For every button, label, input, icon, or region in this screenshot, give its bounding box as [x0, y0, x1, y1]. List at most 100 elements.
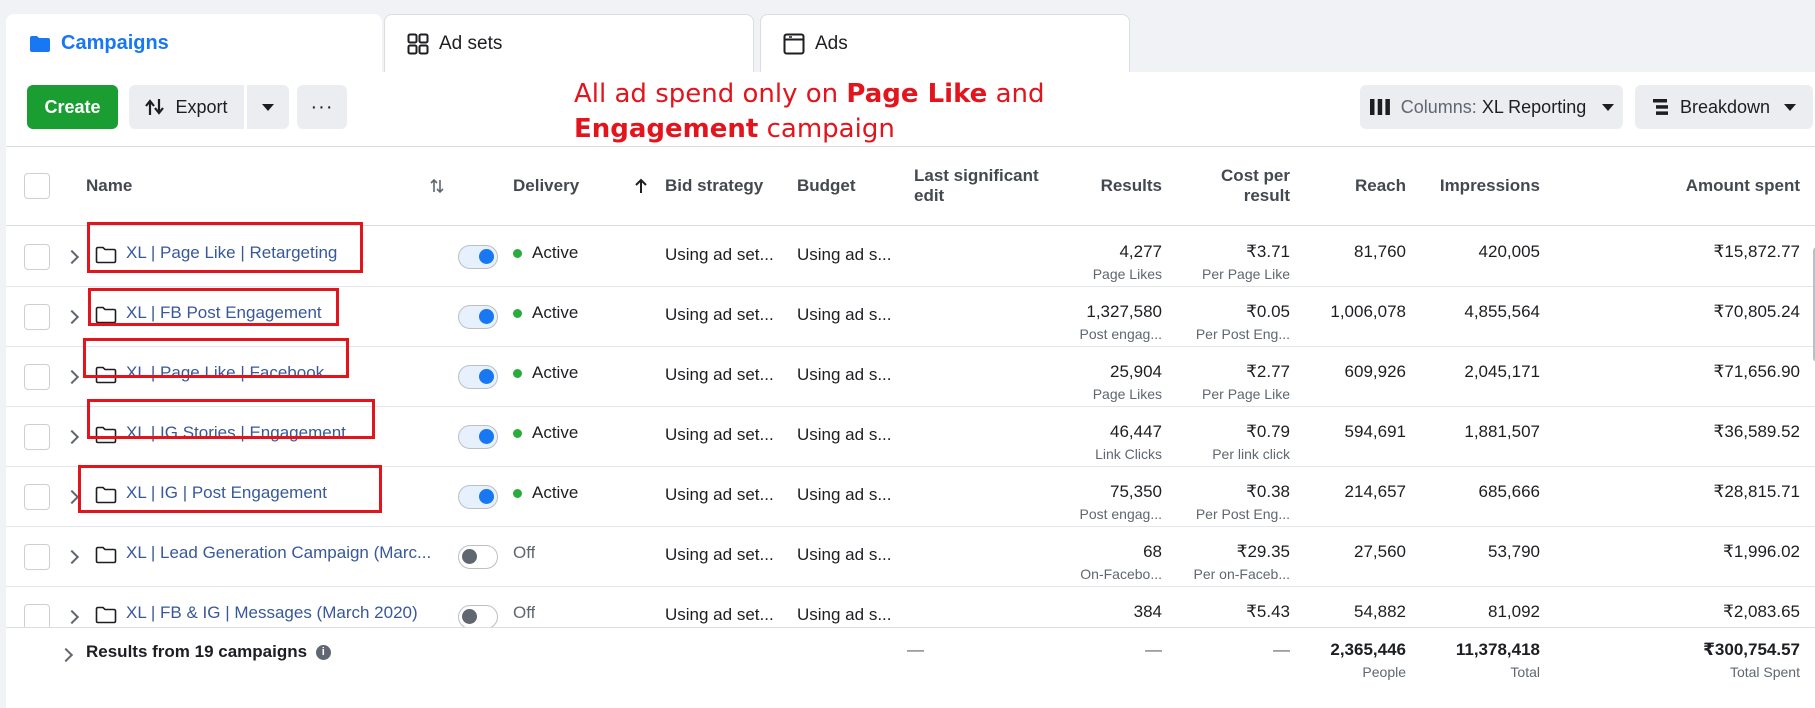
highlight-box — [83, 338, 349, 378]
bid-strategy-cell: Using ad set... — [665, 545, 774, 564]
column-header-results[interactable]: Results — [1056, 147, 1162, 225]
totals-results: — — [1145, 640, 1162, 659]
column-header-cost-per-result[interactable]: Cost per result — [1186, 147, 1290, 225]
row-checkbox[interactable] — [24, 424, 50, 450]
tab-campaigns[interactable]: Campaigns — [6, 14, 382, 72]
totals-reach-value: 2,365,446 — [1330, 640, 1406, 659]
row-checkbox[interactable] — [24, 304, 50, 330]
chevron-right-icon[interactable] — [58, 647, 74, 663]
toggle-knob — [479, 249, 494, 264]
reach-cell: 54,882 — [1354, 602, 1406, 621]
delivery-text: Active — [532, 423, 579, 442]
highlight-box — [88, 288, 339, 326]
column-header-amount-spent[interactable]: Amount spent — [1596, 147, 1800, 225]
row-checkbox[interactable] — [24, 544, 50, 570]
columns-icon — [1369, 99, 1390, 115]
bid-strategy-cell: Using ad set... — [665, 425, 774, 444]
cost-value: ₹5.43 — [1246, 602, 1290, 621]
cost-sub: Per link click — [1212, 446, 1290, 462]
toggle-knob — [462, 609, 477, 624]
table-header: Name Delivery Bid strategy Budget Last s… — [6, 147, 1815, 226]
campaign-toggle[interactable] — [458, 245, 498, 269]
column-header-bid-strategy[interactable]: Bid strategy — [665, 147, 790, 225]
cost-value: ₹0.05 — [1246, 302, 1290, 321]
folder-icon — [30, 35, 50, 52]
cost-per-result-cell: ₹0.05 Per Post Eng... — [1170, 302, 1290, 342]
column-header-last-edit[interactable]: Last significant edit — [914, 147, 1054, 225]
column-header-delivery[interactable]: Delivery — [513, 147, 623, 225]
delivery-text: Active — [532, 363, 579, 382]
chevron-right-icon[interactable] — [64, 609, 80, 625]
reach-cell: 1,006,078 — [1330, 302, 1406, 321]
cost-per-result-cell: ₹2.77 Per Page Like — [1170, 362, 1290, 402]
row-checkbox[interactable] — [24, 244, 50, 270]
tab-ads[interactable]: Ads — [760, 14, 1130, 72]
totals-cost-per-result: — — [1273, 640, 1290, 659]
sort-ascending-icon[interactable] — [634, 147, 650, 225]
chevron-right-icon[interactable] — [64, 549, 80, 565]
amount-spent-cell: ₹70,805.24 — [1713, 302, 1800, 321]
campaign-toggle[interactable] — [458, 365, 498, 389]
active-dot-icon — [513, 489, 522, 499]
chevron-right-icon[interactable] — [64, 309, 80, 325]
columns-button[interactable]: Columns: XL Reporting — [1360, 85, 1623, 129]
more-options-button[interactable]: ··· — [297, 85, 347, 129]
reach-cell: 214,657 — [1344, 482, 1406, 501]
amount-spent-cell: ₹28,815.71 — [1713, 482, 1800, 501]
row-checkbox[interactable] — [24, 364, 50, 390]
totals-spent-value: ₹300,754.57 — [1703, 640, 1800, 659]
annotation-bold: Page Like — [846, 79, 988, 109]
table-row[interactable]: XL | Lead Generation Campaign (Marc... Of… — [6, 527, 1815, 587]
campaign-name-link[interactable]: XL | Lead Generation Campaign (Marc... — [126, 543, 444, 563]
results-cell: 25,904 Page Likes — [1046, 362, 1162, 402]
chevron-right-icon[interactable] — [64, 249, 80, 265]
campaign-name-link[interactable]: XL | FB & IG | Messages (March 2020) — [126, 603, 444, 623]
export-label: Export — [175, 96, 228, 117]
row-checkbox[interactable] — [24, 484, 50, 510]
cost-sub: Per Page Like — [1202, 266, 1290, 282]
delivery-status: Active — [513, 363, 578, 383]
select-all-checkbox[interactable] — [24, 173, 50, 199]
campaign-toggle[interactable] — [458, 545, 498, 569]
breakdown-button[interactable]: Breakdown — [1635, 85, 1813, 129]
export-dropdown-button[interactable] — [247, 85, 289, 129]
budget-cell: Using ad s... — [797, 245, 892, 264]
totals-reach: 2,365,446 People — [1296, 640, 1406, 680]
totals-impressions-value: 11,378,418 — [1455, 640, 1540, 659]
bid-strategy-cell: Using ad set... — [665, 245, 774, 264]
export-button[interactable]: Export — [129, 85, 244, 129]
delivery-status: Active — [513, 483, 578, 503]
create-button[interactable]: Create — [27, 85, 118, 129]
column-header-impressions[interactable]: Impressions — [1426, 147, 1540, 225]
totals-spent-sub: Total Spent — [1729, 664, 1800, 680]
tab-ad-sets[interactable]: Ad sets — [384, 14, 754, 72]
amount-spent-cell: ₹71,656.90 — [1713, 362, 1800, 381]
column-header-name[interactable]: Name — [86, 147, 286, 225]
bid-strategy-cell: Using ad set... — [665, 485, 774, 504]
campaign-toggle[interactable] — [458, 425, 498, 449]
info-icon[interactable]: i — [315, 645, 331, 661]
campaign-toggle[interactable] — [458, 485, 498, 509]
bid-strategy-cell: Using ad set... — [665, 305, 774, 324]
cost-sub: Per on-Faceb... — [1193, 566, 1291, 582]
column-header-reach[interactable]: Reach — [1306, 147, 1406, 225]
folder-outline-icon — [95, 546, 117, 564]
results-sub: Page Likes — [1092, 266, 1162, 282]
ad-window-icon — [783, 33, 805, 54]
delivery-text: Active — [532, 483, 579, 502]
annotation-text: All ad spend only on — [574, 79, 847, 109]
delivery-text: Active — [532, 303, 579, 322]
campaign-toggle[interactable] — [458, 605, 498, 629]
columns-prefix: Columns: — [1400, 96, 1477, 117]
tab-label: Ad sets — [439, 32, 503, 54]
delivery-status: Off — [513, 603, 535, 623]
chevron-right-icon[interactable] — [64, 429, 80, 445]
cost-per-result-cell: ₹5.43 — [1170, 602, 1290, 626]
totals-amount-spent: ₹300,754.57 Total Spent — [1600, 640, 1800, 680]
cost-value: ₹0.79 — [1246, 422, 1290, 441]
chevron-right-icon[interactable] — [64, 369, 80, 385]
column-header-budget[interactable]: Budget — [797, 147, 897, 225]
chevron-right-icon[interactable] — [64, 489, 80, 505]
sort-icon[interactable] — [429, 147, 453, 225]
campaign-toggle[interactable] — [458, 305, 498, 329]
